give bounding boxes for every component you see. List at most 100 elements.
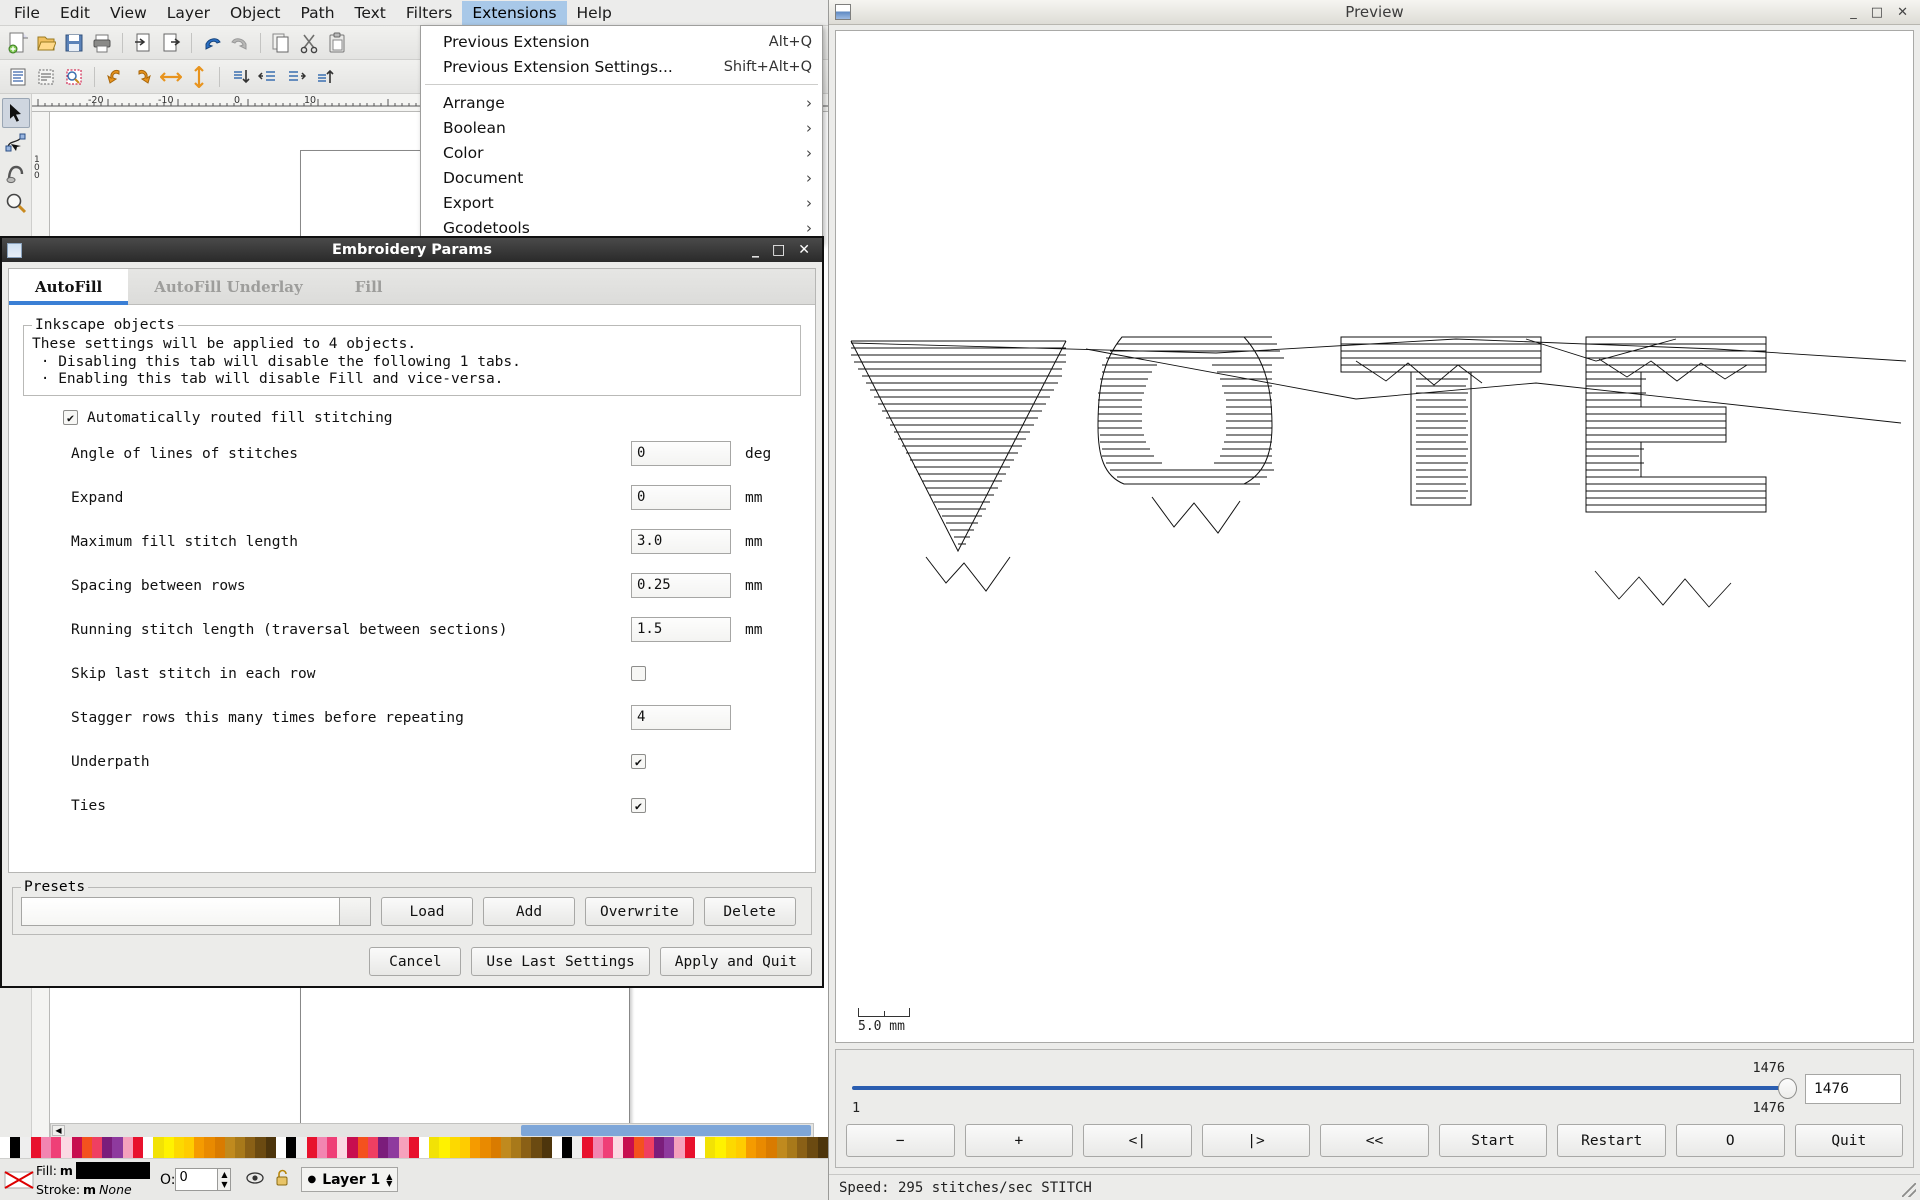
- palette-swatch[interactable]: [735, 1137, 746, 1158]
- tab-autofill-underlay[interactable]: AutoFill Underlay: [128, 269, 329, 304]
- no-color-icon[interactable]: [2, 1163, 36, 1197]
- quit-button[interactable]: Quit: [1794, 1124, 1904, 1157]
- palette-swatch[interactable]: [173, 1137, 184, 1158]
- palette-swatch[interactable]: [347, 1137, 358, 1158]
- preset-delete-button[interactable]: Delete: [703, 897, 796, 926]
- preview-titlebar[interactable]: Preview _ □ ✕: [829, 0, 1920, 25]
- opacity-stepper[interactable]: ▲ ▼: [218, 1168, 232, 1191]
- redo-icon[interactable]: [227, 30, 253, 56]
- object-align-icon[interactable]: [61, 64, 87, 90]
- palette-swatch[interactable]: [490, 1137, 501, 1158]
- preset-input[interactable]: [21, 897, 339, 926]
- palette-swatch[interactable]: [776, 1137, 787, 1158]
- palette-swatch[interactable]: [143, 1137, 154, 1158]
- zoom-tool[interactable]: [2, 188, 30, 218]
- layer-stepper[interactable]: ▲ ▼: [386, 1172, 392, 1187]
- palette-swatch[interactable]: [510, 1137, 522, 1158]
- field-input-stagger-rows[interactable]: 4: [631, 705, 731, 730]
- palette-swatch[interactable]: [429, 1137, 440, 1158]
- palette-swatch[interactable]: [418, 1137, 430, 1158]
- palette-swatch[interactable]: [378, 1137, 389, 1158]
- palette-swatch[interactable]: [786, 1137, 798, 1158]
- lower-icon[interactable]: [255, 64, 281, 90]
- palette-swatch[interactable]: [122, 1137, 133, 1158]
- object-properties-icon[interactable]: [5, 64, 31, 90]
- menu-layer[interactable]: Layer: [157, 1, 220, 25]
- resize-grip-icon[interactable]: [1902, 1183, 1916, 1197]
- close-icon[interactable]: ✕: [1897, 5, 1908, 20]
- palette-swatch[interactable]: [224, 1137, 236, 1158]
- menu-item-previous-extension-settings[interactable]: Previous Extension Settings... Shift+Alt…: [421, 54, 822, 79]
- lower-to-bottom-icon[interactable]: [311, 64, 337, 90]
- menu-edit[interactable]: Edit: [50, 1, 100, 25]
- cut-icon[interactable]: [296, 30, 322, 56]
- stitch-slider-knob[interactable]: [1778, 1078, 1797, 1099]
- field-input-expand[interactable]: 0: [631, 485, 731, 510]
- palette-swatch[interactable]: [449, 1137, 460, 1158]
- export-icon[interactable]: [158, 30, 184, 56]
- palette-swatch[interactable]: [214, 1137, 225, 1158]
- menu-item-arrange[interactable]: Arrange ›: [421, 90, 822, 115]
- palette-swatch[interactable]: [766, 1137, 777, 1158]
- palette-swatch[interactable]: [470, 1137, 481, 1158]
- palette-swatch[interactable]: [602, 1137, 614, 1158]
- layer-selector[interactable]: ● Layer 1 ▲ ▼: [301, 1167, 399, 1192]
- palette-swatch[interactable]: [61, 1137, 72, 1158]
- palette-swatch[interactable]: [551, 1137, 563, 1158]
- field-input-running-stitch-length[interactable]: 1.5: [631, 617, 731, 642]
- palette-swatch[interactable]: [0, 1137, 11, 1158]
- origin-button[interactable]: O: [1675, 1124, 1785, 1157]
- palette-swatch[interactable]: [265, 1137, 276, 1158]
- copy-icon[interactable]: [268, 30, 294, 56]
- field-checkbox-underpath[interactable]: [631, 754, 646, 769]
- palette-swatch[interactable]: [797, 1137, 808, 1158]
- xml-editor-icon[interactable]: [33, 64, 59, 90]
- preset-add-button[interactable]: Add: [483, 897, 575, 926]
- menu-item-boolean[interactable]: Boolean ›: [421, 115, 822, 140]
- menu-object[interactable]: Object: [220, 1, 290, 25]
- flip-horizontal-icon[interactable]: [158, 64, 184, 90]
- print-icon[interactable]: [89, 30, 115, 56]
- horizontal-scrollbar[interactable]: ◀: [50, 1123, 814, 1138]
- step-back-button[interactable]: <|: [1083, 1124, 1192, 1157]
- menu-extensions[interactable]: Extensions: [462, 0, 567, 25]
- tab-fill[interactable]: Fill: [329, 269, 409, 304]
- palette-swatch[interactable]: [572, 1137, 583, 1158]
- palette-swatch[interactable]: [81, 1137, 92, 1158]
- menu-text[interactable]: Text: [345, 1, 396, 25]
- raise-to-top-icon[interactable]: [227, 64, 253, 90]
- field-checkbox-ties[interactable]: [631, 798, 646, 813]
- palette-swatch[interactable]: [337, 1137, 348, 1158]
- preset-overwrite-button[interactable]: Overwrite: [585, 897, 694, 926]
- palette-swatch[interactable]: [694, 1137, 706, 1158]
- palette-swatch[interactable]: [194, 1137, 205, 1158]
- palette-swatch[interactable]: [531, 1137, 542, 1158]
- opacity-input[interactable]: 0: [175, 1168, 219, 1191]
- slower-button[interactable]: −: [846, 1124, 955, 1157]
- preview-canvas[interactable]: 5.0 mm: [835, 30, 1914, 1043]
- preset-load-button[interactable]: Load: [381, 897, 473, 926]
- palette-swatch[interactable]: [623, 1137, 634, 1158]
- palette-swatch[interactable]: [153, 1137, 164, 1158]
- palette-swatch[interactable]: [633, 1137, 644, 1158]
- palette-swatch[interactable]: [306, 1137, 317, 1158]
- palette-swatch[interactable]: [592, 1137, 603, 1158]
- enable-autofill-checkbox[interactable]: [63, 410, 78, 425]
- menu-path[interactable]: Path: [290, 1, 344, 25]
- close-icon[interactable]: ✕: [798, 242, 810, 258]
- flip-vertical-icon[interactable]: [186, 64, 212, 90]
- stitch-number-input[interactable]: 1476: [1805, 1074, 1901, 1104]
- field-input-angle[interactable]: 0: [631, 441, 731, 466]
- palette-swatch[interactable]: [357, 1137, 368, 1158]
- tab-autofill[interactable]: AutoFill: [9, 269, 129, 305]
- start-button[interactable]: Start: [1438, 1124, 1548, 1157]
- menu-filters[interactable]: Filters: [396, 1, 462, 25]
- palette-swatch[interactable]: [745, 1137, 757, 1158]
- palette-swatch[interactable]: [10, 1137, 21, 1158]
- field-input-max-fill-stitch-length[interactable]: 3.0: [631, 529, 731, 554]
- palette-swatch[interactable]: [275, 1137, 287, 1158]
- enable-autofill-row[interactable]: Automatically routed fill stitching: [63, 410, 801, 426]
- palette-swatch[interactable]: [664, 1137, 675, 1158]
- palette-swatch[interactable]: [613, 1137, 624, 1158]
- palette-swatch[interactable]: [684, 1137, 695, 1158]
